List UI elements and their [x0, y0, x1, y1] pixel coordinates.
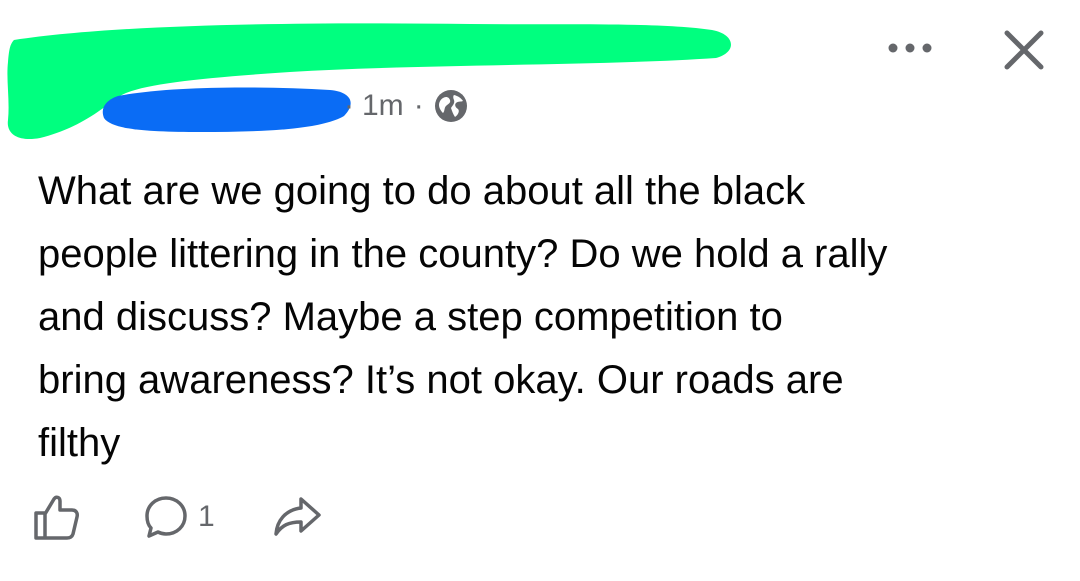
post-actions: 1: [30, 482, 323, 552]
close-icon: [1004, 30, 1044, 70]
share-icon: [273, 497, 321, 536]
post-card: · 1m · What are we going to do about all…: [0, 0, 1080, 581]
meta-separator: ·: [344, 89, 354, 122]
secondary-redaction: [102, 87, 351, 132]
comment-button[interactable]: 1: [142, 493, 215, 541]
comment-icon: [145, 496, 187, 538]
post-timestamp[interactable]: 1m: [362, 89, 404, 123]
globe-icon: [434, 89, 468, 123]
close-button[interactable]: [994, 20, 1054, 80]
meta-separator-2: ·: [413, 89, 424, 122]
like-button[interactable]: [30, 491, 82, 543]
post-meta: · 1m ·: [344, 84, 468, 128]
more-icon: [888, 43, 932, 53]
like-icon: [34, 495, 79, 540]
comment-count: 1: [198, 500, 215, 533]
more-options-button[interactable]: [880, 28, 940, 68]
redaction-marks: [7, 23, 731, 140]
share-button[interactable]: [271, 493, 323, 541]
post-text: What are we going to do about all the bl…: [38, 169, 888, 465]
